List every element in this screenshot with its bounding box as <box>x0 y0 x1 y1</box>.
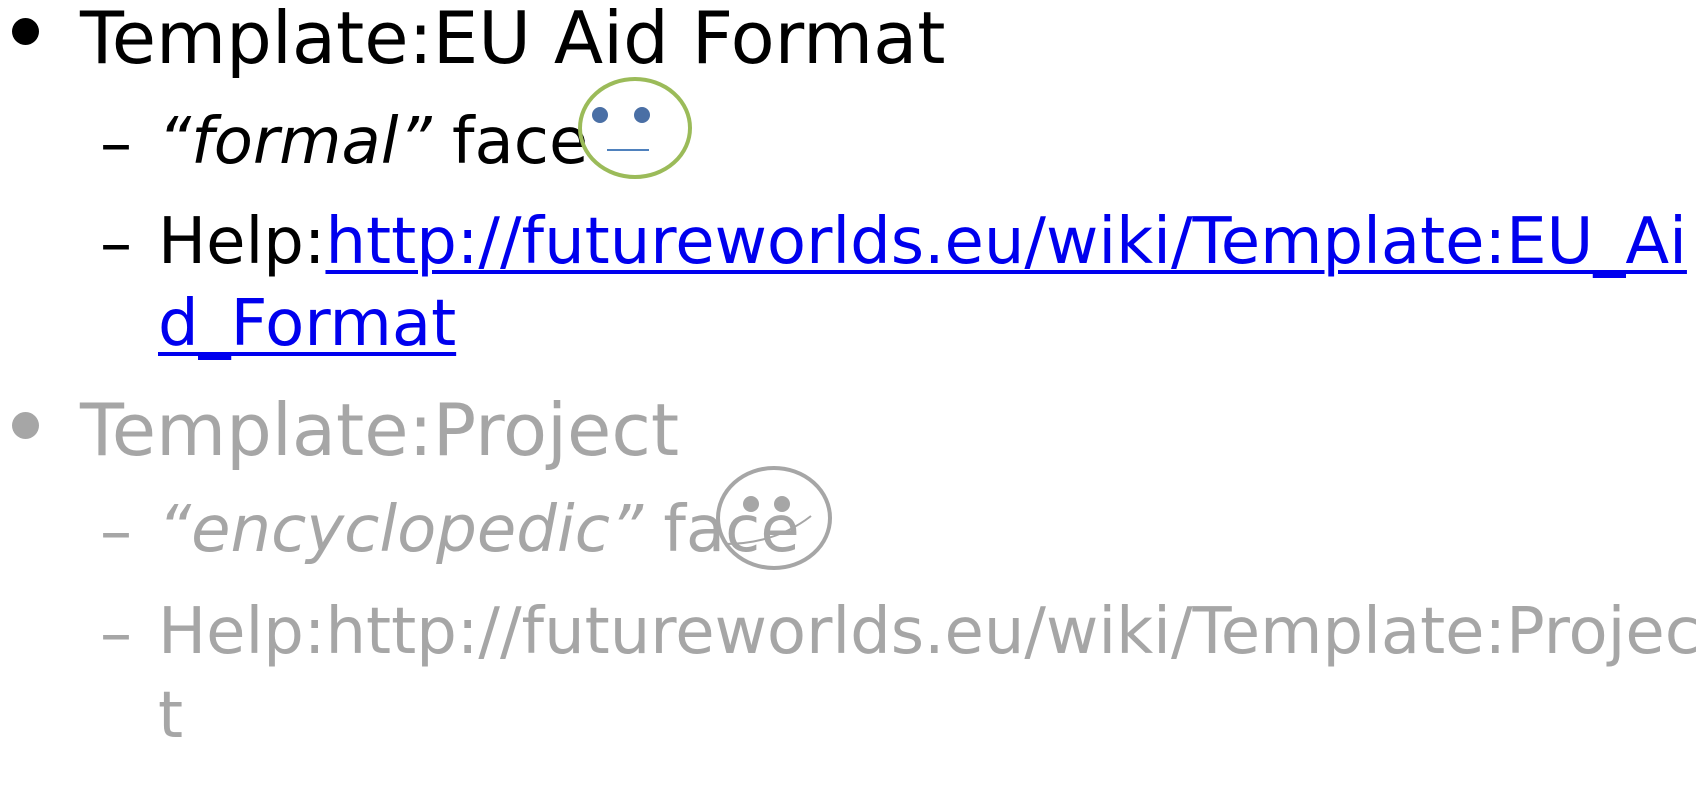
sub-bullet-dash: – <box>100 207 132 281</box>
style-suffix: face <box>431 105 589 179</box>
style-name: “formal” <box>158 105 432 179</box>
help-label: Help: <box>158 205 326 279</box>
help-line: Help:http://futureworlds.eu/wiki/Templat… <box>158 210 1687 274</box>
smiley-face-icon <box>716 466 832 570</box>
item-title: Template:Project <box>80 388 680 472</box>
bullet-point <box>12 412 39 439</box>
sub-bullet-dash: – <box>100 107 132 181</box>
help-link[interactable]: http://futureworlds.eu/wiki/Template:EU_… <box>325 205 1686 279</box>
neutral-face-icon <box>578 77 692 179</box>
style-line: “encyclopedic” face <box>158 498 800 562</box>
help-line-continuation: d_Format <box>158 292 456 356</box>
sub-bullet-dash: – <box>100 597 132 671</box>
item-title: Template:EU Aid Format <box>80 0 946 80</box>
help-link-continuation[interactable]: d_Format <box>158 287 456 361</box>
style-name: “encyclopedic” <box>158 493 644 567</box>
sub-bullet-dash: – <box>100 495 132 569</box>
help-line-continuation: t <box>158 679 184 753</box>
help-line: Help:http://futureworlds.eu/wiki/Templat… <box>158 595 1700 669</box>
bullet-point <box>12 18 39 45</box>
style-line: “formal” face <box>158 110 588 174</box>
